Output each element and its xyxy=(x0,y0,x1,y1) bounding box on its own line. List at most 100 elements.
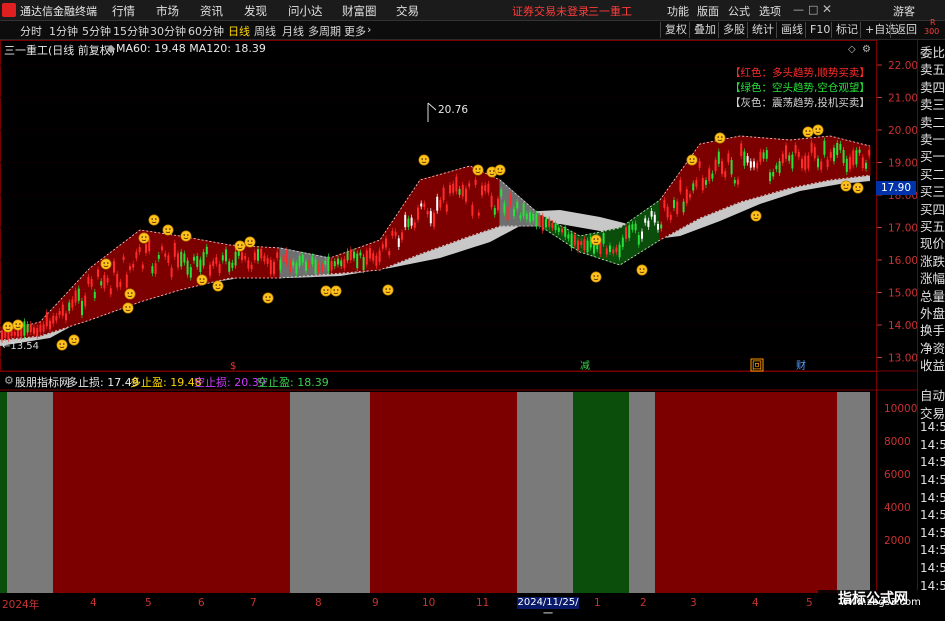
menu-item-gongshi[interactable]: 公式 xyxy=(728,3,750,19)
smiley-eye xyxy=(169,228,171,230)
candle-body xyxy=(397,238,400,247)
event-marker-reduce[interactable]: 减 xyxy=(580,360,590,372)
tab-daily[interactable]: 日线 xyxy=(228,23,250,39)
tab-15min[interactable]: 15分钟 xyxy=(113,23,149,39)
orderbook-label: 净资 xyxy=(920,340,945,356)
smiley-eye xyxy=(219,284,221,286)
smiley-eye xyxy=(643,268,645,270)
candle-body xyxy=(842,150,845,163)
menu-item-caifuquan[interactable]: 财富圈 xyxy=(342,3,377,19)
toolbar-fuquan[interactable]: 复权 xyxy=(660,22,687,38)
candle-body xyxy=(804,155,807,170)
candle-body xyxy=(801,158,803,169)
event-marker-buyback[interactable]: 回 xyxy=(752,360,762,372)
trend-band xyxy=(7,392,53,593)
login-status[interactable]: 证券交易未登录 xyxy=(512,3,589,19)
candle-body xyxy=(269,259,272,275)
watermark-url: www.zbgs3.com xyxy=(840,597,921,608)
orderbook-time: 14:56 xyxy=(920,561,945,575)
orderbook-auto-trade[interactable]: 交易 xyxy=(920,403,945,422)
menu-item-xuanxiang[interactable]: 选项 xyxy=(759,3,781,19)
toolbar-tongji[interactable]: 统计 xyxy=(747,22,774,38)
smiley-icon xyxy=(714,132,726,144)
close-icon[interactable]: ✕ xyxy=(822,2,832,16)
minimize-icon[interactable]: — xyxy=(793,3,804,16)
low-label-value: 13.54 xyxy=(10,341,39,352)
tab-more[interactable]: 更多 xyxy=(344,23,366,39)
candle-body xyxy=(221,255,224,261)
settings-icon[interactable]: ⚙ xyxy=(862,44,871,55)
x-tick: 2 xyxy=(640,597,647,609)
tab-1min[interactable]: 1分钟 xyxy=(49,23,78,39)
candle-body xyxy=(788,155,791,161)
candle-body xyxy=(641,231,643,239)
menu-item-wenxiaoda[interactable]: 问小达 xyxy=(288,3,323,19)
orderbook-auto-trade[interactable]: 自动 xyxy=(920,385,945,404)
sub-settings-icon[interactable]: ⚙ xyxy=(4,374,14,387)
candle-body xyxy=(349,249,352,261)
toolbar-back[interactable]: 返回 xyxy=(890,22,917,38)
candle-body xyxy=(154,263,157,274)
candle-body xyxy=(177,253,179,268)
candle-body xyxy=(193,256,195,261)
smiley-eye xyxy=(479,168,481,170)
candle-body xyxy=(170,267,173,278)
candle-body xyxy=(775,165,778,170)
toolbar-biaoji[interactable]: 标记 xyxy=(831,22,858,38)
smiley-eye xyxy=(141,236,143,238)
chevron-right-icon[interactable]: › xyxy=(367,23,371,36)
smiley-icon xyxy=(802,126,814,138)
candle-body xyxy=(266,258,269,264)
candle-body xyxy=(65,313,67,321)
y-tick-main: 16.00 xyxy=(888,255,917,267)
candle-body xyxy=(743,151,746,166)
candle-body xyxy=(849,156,851,170)
menu-item-faxian[interactable]: 发现 xyxy=(244,3,267,19)
smiley-eye xyxy=(9,325,11,327)
candle-body xyxy=(682,201,685,213)
menu-item-jiaoyi[interactable]: 交易 xyxy=(396,3,419,19)
candle-body xyxy=(503,203,506,214)
toolbar-f10[interactable]: F10 xyxy=(805,22,830,38)
event-marker-dividend[interactable]: $ xyxy=(230,361,236,372)
menu-item-zixun[interactable]: 资讯 xyxy=(200,3,223,19)
candle-body xyxy=(391,230,394,236)
toolbar-diejia[interactable]: 叠加 xyxy=(689,22,716,38)
guest-label[interactable]: 游客 xyxy=(893,3,915,19)
tab-fenshi[interactable]: 分时 xyxy=(20,23,42,39)
candle-body xyxy=(346,251,349,261)
y-axis-ticks-main: 22.0021.0020.0019.0018.0017.0016.0015.00… xyxy=(877,60,917,365)
smiley-eye xyxy=(489,170,492,172)
menu-item-hangqing[interactable]: 行情 xyxy=(112,3,135,19)
chart-canvas[interactable]: 20.76 ←13.54 ◇ ⚙ $ 减 回 财 22.00 21.00 20.00… xyxy=(0,40,917,593)
candle-body xyxy=(77,288,80,301)
candle-body xyxy=(388,251,391,256)
current-price-box: 17.90 xyxy=(876,181,916,195)
tab-weekly[interactable]: 周线 xyxy=(254,23,276,39)
candle-body xyxy=(161,246,163,251)
tab-multi-period[interactable]: 多周期 xyxy=(308,23,341,39)
toolbar-huaxian[interactable]: 画线 xyxy=(776,22,803,38)
tab-60min[interactable]: 60分钟 xyxy=(188,23,224,39)
menu-item-banmian[interactable]: 版面 xyxy=(697,3,719,19)
candle-body xyxy=(439,199,442,208)
candle-body xyxy=(733,179,736,184)
y-tick-main: 17.00 xyxy=(888,223,917,235)
tab-monthly[interactable]: 月线 xyxy=(282,23,304,39)
candle-body xyxy=(404,214,407,228)
candle-body xyxy=(557,227,560,232)
candle-body xyxy=(685,189,688,204)
menu-item-shichang[interactable]: 市场 xyxy=(156,3,179,19)
candle-body xyxy=(666,206,669,218)
event-marker-finance[interactable]: 财 xyxy=(796,359,806,372)
menu-item-gongneng[interactable]: 功能 xyxy=(667,3,689,19)
tab-5min[interactable]: 5分钟 xyxy=(82,23,111,39)
toolbar-duogu[interactable]: 多股 xyxy=(718,22,745,38)
maximize-icon[interactable]: □ xyxy=(808,3,818,16)
candle-body xyxy=(129,266,131,270)
tab-30min[interactable]: 30分钟 xyxy=(150,23,186,39)
diamond-icon[interactable]: ◇ xyxy=(848,44,856,55)
y-tick-main: 15.00 xyxy=(888,288,917,300)
orderbook-label: 收益 xyxy=(920,358,945,374)
candle-body xyxy=(103,275,106,289)
